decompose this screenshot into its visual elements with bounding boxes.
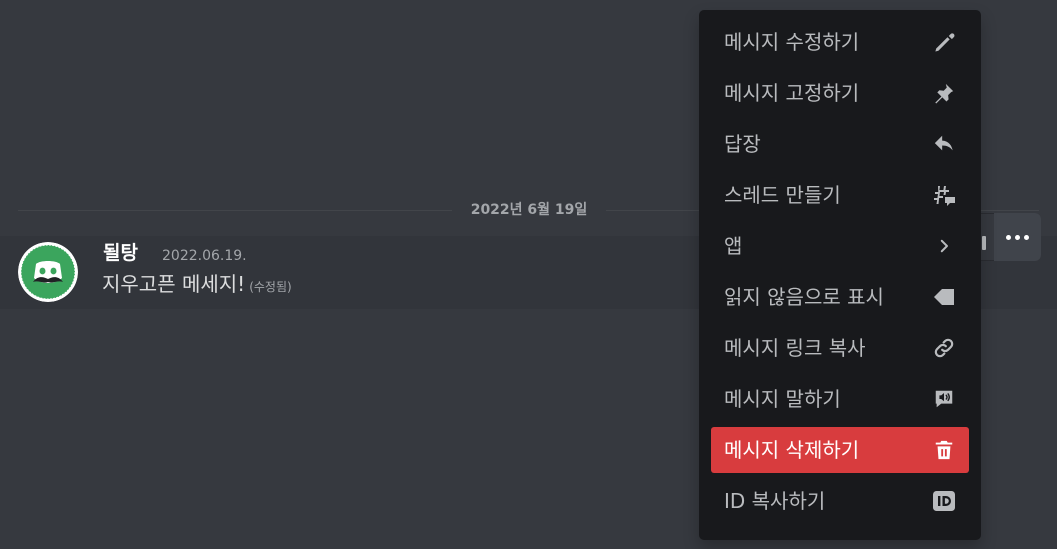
menu-item-label: 메시지 말하기 xyxy=(724,387,841,411)
menu-item-label: 메시지 삭제하기 xyxy=(724,438,860,462)
menu-item-copy-link[interactable]: 메시지 링크 복사 xyxy=(711,325,969,371)
menu-item-label: ID 복사하기 xyxy=(724,489,826,513)
message-text: 지우고픈 메세지! xyxy=(102,272,246,296)
message-author[interactable]: 될탕 xyxy=(103,240,138,266)
menu-item-copy-id[interactable]: ID 복사하기 xyxy=(711,478,969,524)
discord-avatar-icon xyxy=(18,242,78,302)
menu-item-label: 메시지 수정하기 xyxy=(724,30,860,54)
menu-item-label: 메시지 고정하기 xyxy=(724,81,860,105)
pencil-icon xyxy=(932,30,956,54)
date-divider-label: 2022년 6월 19일 xyxy=(452,201,606,219)
message-timestamp: 2022.06.19. xyxy=(162,248,247,264)
mark-unread-icon xyxy=(932,285,956,309)
menu-item-apps[interactable]: 앱 xyxy=(711,223,969,269)
edited-tag: (수정됨) xyxy=(249,280,292,294)
menu-item-reply[interactable]: 답장 xyxy=(711,121,969,167)
menu-item-create-thread[interactable]: 스레드 만들기 xyxy=(711,172,969,218)
menu-item-label: 메시지 링크 복사 xyxy=(724,336,866,360)
reply-icon xyxy=(932,132,956,156)
chevron-right-icon xyxy=(932,234,956,258)
menu-item-mark-unread[interactable]: 읽지 않음으로 표시 xyxy=(711,274,969,320)
more-dots-icon xyxy=(1006,234,1029,240)
menu-item-label: 앱 xyxy=(724,234,743,258)
thread-icon xyxy=(932,183,956,207)
menu-item-speak-message[interactable]: 메시지 말하기 xyxy=(711,376,969,422)
more-options-button[interactable] xyxy=(994,213,1041,261)
link-icon xyxy=(932,336,956,360)
id-icon xyxy=(932,489,956,513)
message-context-menu: 메시지 수정하기 메시지 고정하기 답장 스레드 만들기 앱 읽지 않음으로 표… xyxy=(699,10,981,540)
speak-message-icon xyxy=(932,387,956,411)
menu-item-label: 읽지 않음으로 표시 xyxy=(724,285,884,309)
message-content: 지우고픈 메세지! (수정됨) xyxy=(102,270,292,301)
pin-icon xyxy=(932,81,956,105)
toolbar-partial-icon[interactable] xyxy=(982,236,986,250)
menu-item-pin-message[interactable]: 메시지 고정하기 xyxy=(711,70,969,116)
app-window: 2022년 6월 19일 될탕 2022.06.19. 지우고픈 메세지! (수정… xyxy=(0,0,1057,549)
menu-item-edit-message[interactable]: 메시지 수정하기 xyxy=(711,19,969,65)
trash-icon xyxy=(932,438,956,462)
menu-item-label: 답장 xyxy=(724,132,761,156)
menu-item-label: 스레드 만들기 xyxy=(724,183,841,207)
menu-item-delete-message[interactable]: 메시지 삭제하기 xyxy=(711,427,969,473)
avatar[interactable] xyxy=(18,242,78,302)
